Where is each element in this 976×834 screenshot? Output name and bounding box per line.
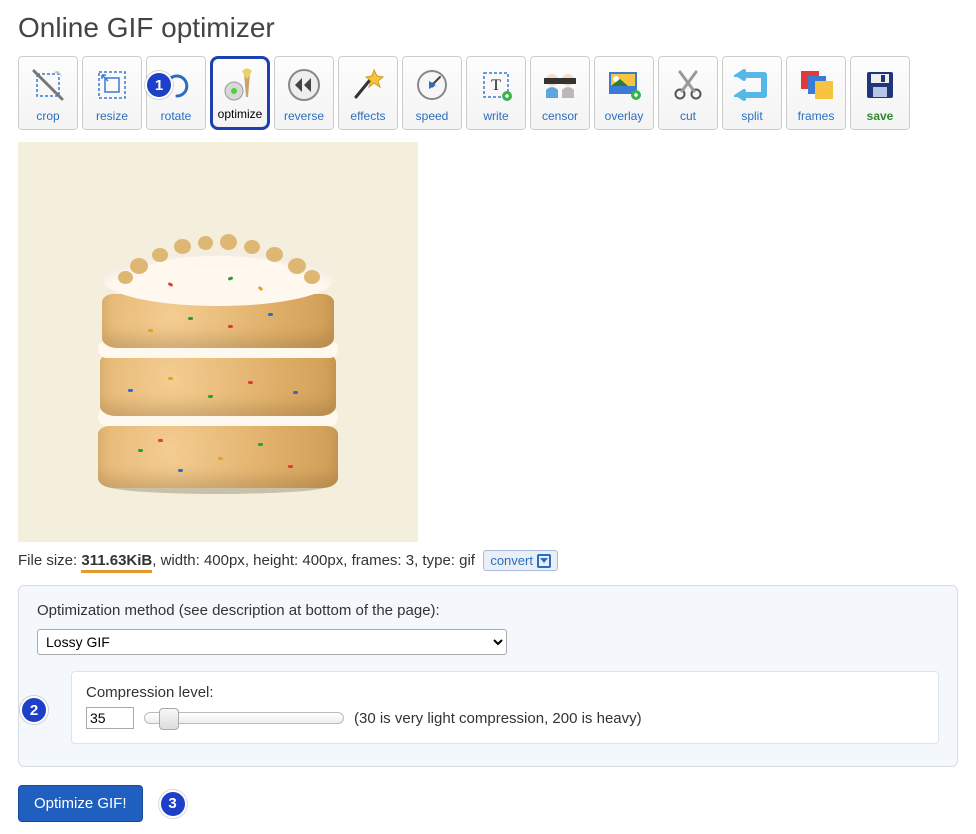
annotation-badge-1: 1 bbox=[145, 71, 173, 99]
svg-text:T: T bbox=[491, 77, 501, 94]
slider-thumb[interactable] bbox=[159, 708, 179, 730]
tool-label: frames bbox=[798, 109, 835, 123]
tool-frames[interactable]: frames bbox=[786, 56, 846, 130]
tool-save[interactable]: save bbox=[850, 56, 910, 130]
tool-label: overlay bbox=[605, 109, 644, 123]
compression-slider[interactable] bbox=[144, 712, 344, 724]
split-icon bbox=[723, 61, 781, 109]
method-select[interactable]: Lossy GIF bbox=[37, 629, 507, 655]
optimize-button[interactable]: Optimize GIF! bbox=[18, 785, 143, 822]
overlay-icon bbox=[595, 61, 653, 109]
tool-censor[interactable]: censor bbox=[530, 56, 590, 130]
dropdown-icon bbox=[537, 554, 551, 568]
tool-write[interactable]: T write bbox=[466, 56, 526, 130]
height-value: 400px bbox=[302, 552, 343, 569]
file-info-line: File size: 311.63KiB, width: 400px, heig… bbox=[18, 550, 958, 571]
censor-icon bbox=[531, 61, 589, 109]
tool-label: write bbox=[483, 109, 508, 123]
write-icon: T bbox=[467, 61, 525, 109]
resize-icon bbox=[83, 61, 141, 109]
tool-crop[interactable]: crop bbox=[18, 56, 78, 130]
tool-cut[interactable]: cut bbox=[658, 56, 718, 130]
convert-button[interactable]: convert bbox=[483, 550, 558, 571]
tool-rotate[interactable]: rotate 1 bbox=[146, 56, 206, 130]
speed-icon bbox=[403, 61, 461, 109]
tool-label: cut bbox=[680, 109, 696, 123]
optimization-panel: Optimization method (see description at … bbox=[18, 585, 958, 767]
tool-label: crop bbox=[36, 109, 59, 123]
type-label: , type: bbox=[414, 552, 459, 569]
type-value: gif bbox=[459, 552, 475, 569]
tool-reverse[interactable]: reverse bbox=[274, 56, 334, 130]
frames-icon bbox=[787, 61, 845, 109]
tool-overlay[interactable]: overlay bbox=[594, 56, 654, 130]
annotation-badge-2: 2 bbox=[20, 696, 48, 724]
optimize-icon bbox=[213, 63, 267, 107]
method-label: Optimization method (see description at … bbox=[37, 602, 939, 619]
tool-effects[interactable]: effects bbox=[338, 56, 398, 130]
toolbar: crop resize rotate 1 bbox=[18, 56, 958, 130]
cut-icon bbox=[659, 61, 717, 109]
tool-label: reverse bbox=[284, 109, 324, 123]
tool-label: resize bbox=[96, 109, 128, 123]
filesize-value: 311.63KiB bbox=[81, 552, 152, 573]
tool-label: rotate bbox=[161, 109, 192, 123]
compression-label: Compression level: bbox=[86, 684, 924, 701]
tool-split[interactable]: split bbox=[722, 56, 782, 130]
width-value: 400px bbox=[204, 552, 245, 569]
tool-label: censor bbox=[542, 109, 578, 123]
tool-label: optimize bbox=[218, 107, 263, 121]
compression-input[interactable] bbox=[86, 707, 134, 729]
page-title: Online GIF optimizer bbox=[18, 12, 958, 44]
tool-resize[interactable]: resize bbox=[82, 56, 142, 130]
gif-preview bbox=[18, 142, 418, 542]
tool-label: save bbox=[867, 109, 894, 123]
crop-icon bbox=[19, 61, 77, 109]
compression-subpanel: Compression level: (30 is very light com… bbox=[71, 671, 939, 744]
reverse-icon bbox=[275, 61, 333, 109]
tool-label: split bbox=[741, 109, 762, 123]
frames-label: , frames: bbox=[343, 552, 406, 569]
save-icon bbox=[851, 61, 909, 109]
frames-value: 3 bbox=[406, 552, 414, 569]
tool-label: effects bbox=[350, 109, 385, 123]
tool-label: speed bbox=[416, 109, 449, 123]
filesize-label: File size: bbox=[18, 552, 81, 569]
width-label: , width: bbox=[152, 552, 204, 569]
effects-icon bbox=[339, 61, 397, 109]
tool-optimize[interactable]: optimize bbox=[210, 56, 270, 130]
height-label: , height: bbox=[245, 552, 303, 569]
tool-speed[interactable]: speed bbox=[402, 56, 462, 130]
convert-label: convert bbox=[490, 553, 533, 568]
compression-hint: (30 is very light compression, 200 is he… bbox=[354, 710, 642, 727]
annotation-badge-3: 3 bbox=[159, 790, 187, 818]
